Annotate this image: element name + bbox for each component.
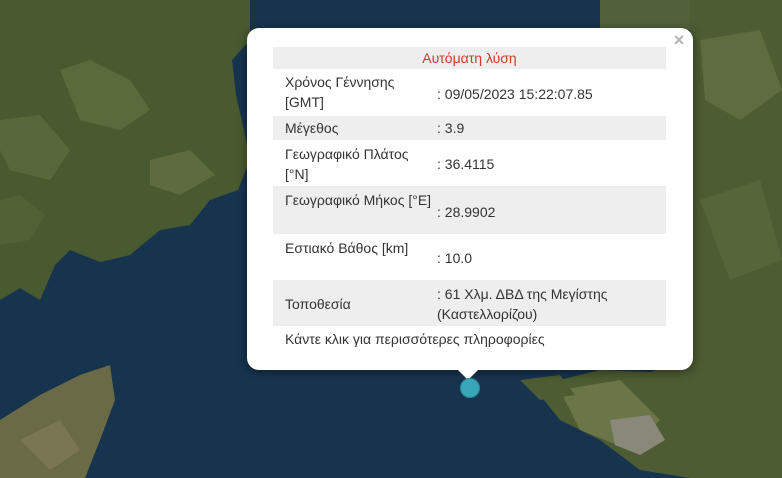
origin-time-label: Χρόνος Γέννησης [GMT] xyxy=(285,74,395,110)
longitude-label: Γεωγραφικό Μήκος [°E] xyxy=(285,192,432,208)
origin-time-value: : 09/05/2023 15:22:07.85 xyxy=(437,86,593,102)
latitude-label: Γεωγραφικό Πλάτος [°N] xyxy=(285,146,409,182)
magnitude-label: Μέγεθος xyxy=(285,120,339,136)
longitude-value: : 28.9902 xyxy=(437,204,496,220)
popup-title: Αυτόματη λύση xyxy=(273,47,666,69)
row-origin-time: Χρόνος Γέννησης [GMT] : 09/05/2023 15:22… xyxy=(273,70,666,116)
magnitude-value: : 3.9 xyxy=(437,120,465,136)
depth-label: Εστιακό Βάθος [km] xyxy=(285,240,409,256)
location-label: Τοποθεσία xyxy=(285,296,351,312)
row-longitude: Γεωγραφικό Μήκος [°E] : 28.9902 xyxy=(273,186,666,234)
row-location: Τοποθεσία : 61 Χλμ. ΔΒΔ της Μεγίστης (Κα… xyxy=(273,280,666,326)
close-icon[interactable]: × xyxy=(671,31,687,49)
row-latitude: Γεωγραφικό Πλάτος [°N] : 36.4115 xyxy=(273,140,666,186)
latitude-value: : 36.4115 xyxy=(437,156,495,172)
depth-value: : 10.0 xyxy=(437,250,473,266)
more-info-link[interactable]: Κάντε κλικ για περισσότερες πληροφορίες xyxy=(285,329,545,349)
row-magnitude: Μέγεθος : 3.9 xyxy=(273,116,666,140)
location-value: : 61 Χλμ. ΔΒΔ της Μεγίστης (Καστελλορίζο… xyxy=(437,286,608,322)
row-depth: Εστιακό Βάθος [km] : 10.0 xyxy=(273,234,666,280)
earthquake-marker[interactable] xyxy=(460,378,480,398)
